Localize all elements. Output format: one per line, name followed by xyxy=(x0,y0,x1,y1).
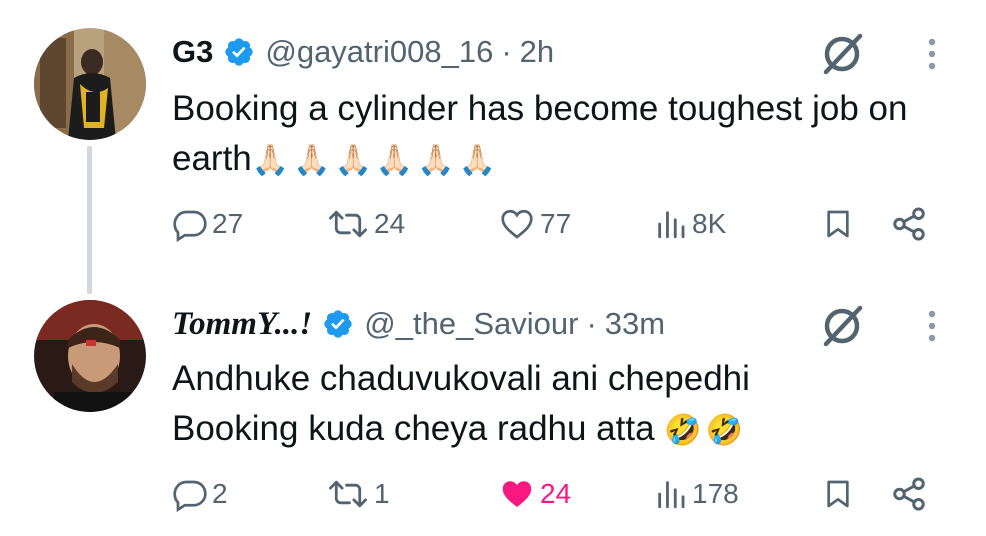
views-icon xyxy=(654,206,688,242)
views-button[interactable]: 178 xyxy=(654,466,739,522)
tweet-body-line-2-text: Booking kuda cheya radhu atta xyxy=(172,409,655,448)
share-button[interactable] xyxy=(890,196,928,252)
folded-hands-emoji: 🙏🏻 xyxy=(417,144,455,177)
tweet[interactable]: TommY...! @_the_Saviour · 33m Andhuke ch… xyxy=(0,290,986,536)
grok-icon[interactable] xyxy=(818,300,868,350)
tweet-body-line-2: Booking kuda cheya radhu atta 🤣 🤣 xyxy=(172,404,952,456)
repost-count: 1 xyxy=(374,478,390,509)
emoji-group: 🙏🏻 🙏🏻 🙏🏻 🙏🏻 🙏🏻 🙏🏻 xyxy=(252,139,500,178)
reply-button[interactable]: 2 xyxy=(172,466,228,522)
like-button[interactable]: 77 xyxy=(498,196,571,252)
more-vertical-icon[interactable] xyxy=(920,34,944,74)
repost-button[interactable]: 1 xyxy=(326,466,390,522)
folded-hands-emoji: 🙏🏻 xyxy=(251,144,290,177)
tweet-header: G3 @gayatri008_16 · 2h xyxy=(172,30,554,74)
verified-badge-icon xyxy=(322,308,354,340)
share-button[interactable] xyxy=(890,466,928,522)
views-button[interactable]: 8K xyxy=(654,196,726,252)
timestamp[interactable]: 2h xyxy=(520,34,554,70)
bookmark-icon xyxy=(822,476,854,512)
reply-count: 27 xyxy=(212,208,244,239)
repost-icon xyxy=(326,206,370,242)
timestamp[interactable]: 33m xyxy=(605,306,665,342)
bookmark-button[interactable] xyxy=(822,466,854,522)
separator: · xyxy=(501,34,512,69)
reply-icon xyxy=(172,476,208,512)
tweet-text: Andhuke chaduvukovali ani chepedhi Booki… xyxy=(172,354,952,456)
repost-count: 24 xyxy=(374,208,406,239)
folded-hands-emoji: 🙏🏻 xyxy=(375,144,414,177)
repost-button[interactable]: 24 xyxy=(326,196,405,252)
tweet-actions: 27 24 77 8K xyxy=(0,196,986,252)
like-count: 24 xyxy=(540,478,572,509)
avatar[interactable] xyxy=(34,300,146,412)
rolling-laughing-emoji: 🤣 xyxy=(664,414,702,447)
display-name[interactable]: G3 xyxy=(172,34,213,70)
folded-hands-emoji: 🙏🏻 xyxy=(334,144,372,177)
share-icon xyxy=(890,475,928,513)
heart-icon xyxy=(498,476,536,512)
verified-badge-icon xyxy=(223,36,255,68)
tweet-actions: 2 1 24 178 xyxy=(0,466,986,522)
bookmark-icon xyxy=(822,206,854,242)
grok-icon[interactable] xyxy=(818,28,868,78)
tweet-header: TommY...! @_the_Saviour · 33m xyxy=(172,302,665,346)
tweet-text: Booking a cylinder has become toughest j… xyxy=(172,84,952,186)
share-icon xyxy=(890,205,928,243)
repost-icon xyxy=(326,476,370,512)
views-count: 178 xyxy=(692,478,739,509)
like-button[interactable]: 24 xyxy=(498,466,571,522)
more-vertical-icon[interactable] xyxy=(920,306,944,346)
views-icon xyxy=(654,476,688,512)
reply-icon xyxy=(172,206,208,242)
like-count: 77 xyxy=(540,208,572,239)
handle[interactable]: @gayatri008_16 xyxy=(265,34,493,70)
heart-icon xyxy=(498,206,536,242)
avatar[interactable] xyxy=(34,28,146,140)
views-count: 8K xyxy=(692,208,727,239)
folded-hands-emoji: 🙏🏻 xyxy=(293,144,331,177)
rolling-laughing-emoji: 🤣 xyxy=(705,414,744,447)
tweet-body-line-1: Andhuke chaduvukovali ani chepedhi xyxy=(172,359,750,398)
tweet[interactable]: G3 @gayatri008_16 · 2h Booking a cylinde… xyxy=(0,0,986,294)
bookmark-button[interactable] xyxy=(822,196,854,252)
display-name[interactable]: TommY...! xyxy=(172,306,312,343)
tweet-thread: G3 @gayatri008_16 · 2h Booking a cylinde… xyxy=(0,0,986,536)
separator: · xyxy=(586,306,597,341)
reply-button[interactable]: 27 xyxy=(172,196,243,252)
handle[interactable]: @_the_Saviour xyxy=(364,306,578,342)
folded-hands-emoji: 🙏🏻 xyxy=(458,144,496,177)
reply-count: 2 xyxy=(212,478,228,509)
